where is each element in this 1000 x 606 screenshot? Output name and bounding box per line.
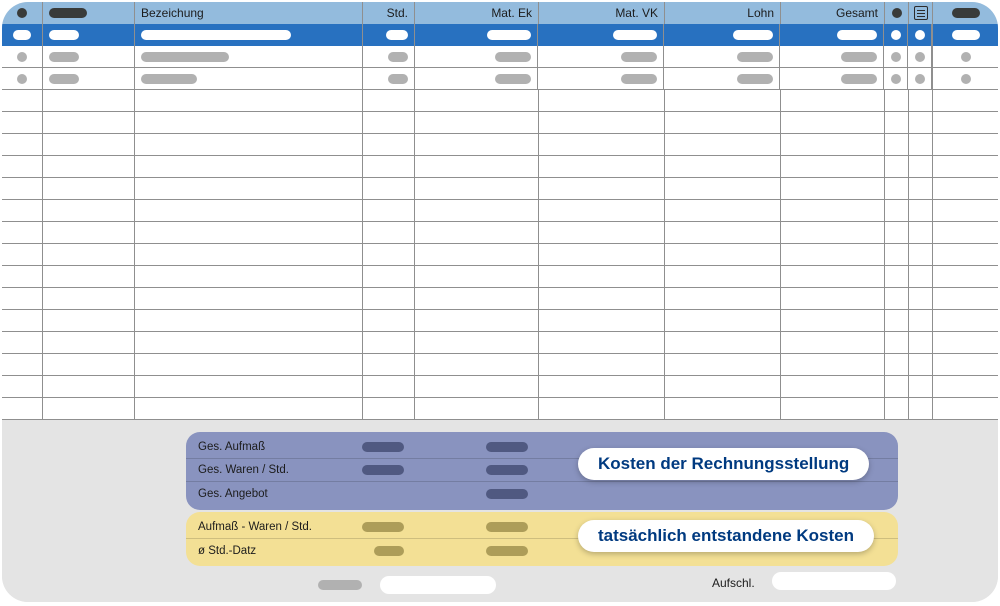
table-row[interactable] [2,178,998,200]
row-dot [891,30,901,40]
header-dot-1 [17,8,27,18]
cell-placeholder [737,74,773,84]
cell-placeholder [621,74,657,84]
footer-pill [318,580,362,590]
label-ges-waren-std: Ges. Waren / Std. [186,464,320,476]
col-mat-ek[interactable]: Mat. Ek [491,6,532,20]
label-avg-std-satz: ø Std.-Datz [186,545,320,557]
header-pill-12 [952,8,980,18]
col-lohn[interactable]: Lohn [747,6,774,20]
summary-footer: Ges. Aufmaß Ges. Waren / Std. Ges. Angeb… [2,420,998,602]
value-placeholder [362,465,404,475]
app-window: Bezeichung Std. Mat. Ek Mat. VK Lohn Ges… [2,2,998,602]
row-dot [17,52,27,62]
label-ges-aufmass: Ges. Aufmaß [186,441,320,453]
table-row[interactable] [2,68,998,90]
row-dot [891,52,901,62]
cell-placeholder [49,74,79,84]
cell-placeholder [837,30,877,40]
callout-actual-costs: tatsächlich entstandene Kosten [578,520,874,552]
value-placeholder [486,442,528,452]
table-row[interactable] [2,46,998,68]
value-placeholder [486,489,528,499]
value-placeholder [486,465,528,475]
cell-placeholder [952,30,980,40]
cell-placeholder [141,74,197,84]
cell-placeholder [49,30,79,40]
cell-placeholder [841,74,877,84]
value-placeholder [374,546,404,556]
table-row[interactable] [2,200,998,222]
value-placeholder [486,546,528,556]
table-row[interactable] [2,156,998,178]
value-placeholder [362,442,404,452]
row-dot [891,74,901,84]
table-row[interactable] [2,398,998,420]
footer-input[interactable] [380,576,496,594]
column-header-row: Bezeichung Std. Mat. Ek Mat. VK Lohn Ges… [2,2,998,24]
selected-row[interactable] [2,24,998,46]
list-icon[interactable] [914,6,928,20]
cell-placeholder [613,30,657,40]
table-row[interactable] [2,90,998,112]
col-mat-vk[interactable]: Mat. VK [615,6,658,20]
header-pill-2 [49,8,87,18]
row-dot [961,74,971,84]
table-row[interactable] [2,332,998,354]
cell-placeholder [386,30,408,40]
table-row[interactable] [2,134,998,156]
col-gesamt[interactable]: Gesamt [836,6,878,20]
table-row[interactable] [2,266,998,288]
col-bezeichnung[interactable]: Bezeichung [141,6,204,20]
cell-placeholder [737,52,773,62]
cell-placeholder [141,52,229,62]
table-row[interactable] [2,310,998,332]
value-placeholder [362,522,404,532]
table-row[interactable] [2,376,998,398]
row-dot [915,30,925,40]
cell-placeholder [388,52,408,62]
cell-placeholder [49,52,79,62]
cell-placeholder [388,74,408,84]
table-row[interactable] [2,222,998,244]
row-marker [13,30,31,40]
bottom-controls [318,576,496,594]
col-std[interactable]: Std. [387,6,408,20]
callout-billing-costs: Kosten der Rechnungsstellung [578,448,869,480]
row-dot [961,52,971,62]
row-dot [17,74,27,84]
aufschl-input[interactable] [772,572,896,590]
table-body [2,46,998,420]
table-row[interactable] [2,112,998,134]
table-row[interactable] [2,244,998,266]
cell-placeholder [841,52,877,62]
table-row[interactable] [2,354,998,376]
cell-placeholder [733,30,773,40]
cell-placeholder [141,30,291,40]
cell-placeholder [495,52,531,62]
label-ges-angebot: Ges. Angebot [186,488,320,500]
header-dot-9 [892,8,902,18]
cell-placeholder [495,74,531,84]
row-dot [915,74,925,84]
value-placeholder [486,522,528,532]
cell-placeholder [487,30,531,40]
table-row[interactable] [2,288,998,310]
cell-placeholder [621,52,657,62]
label-aufmass-waren-std: Aufmaß - Waren / Std. [186,521,320,533]
row-dot [915,52,925,62]
label-aufschl: Aufschl. [712,576,755,590]
